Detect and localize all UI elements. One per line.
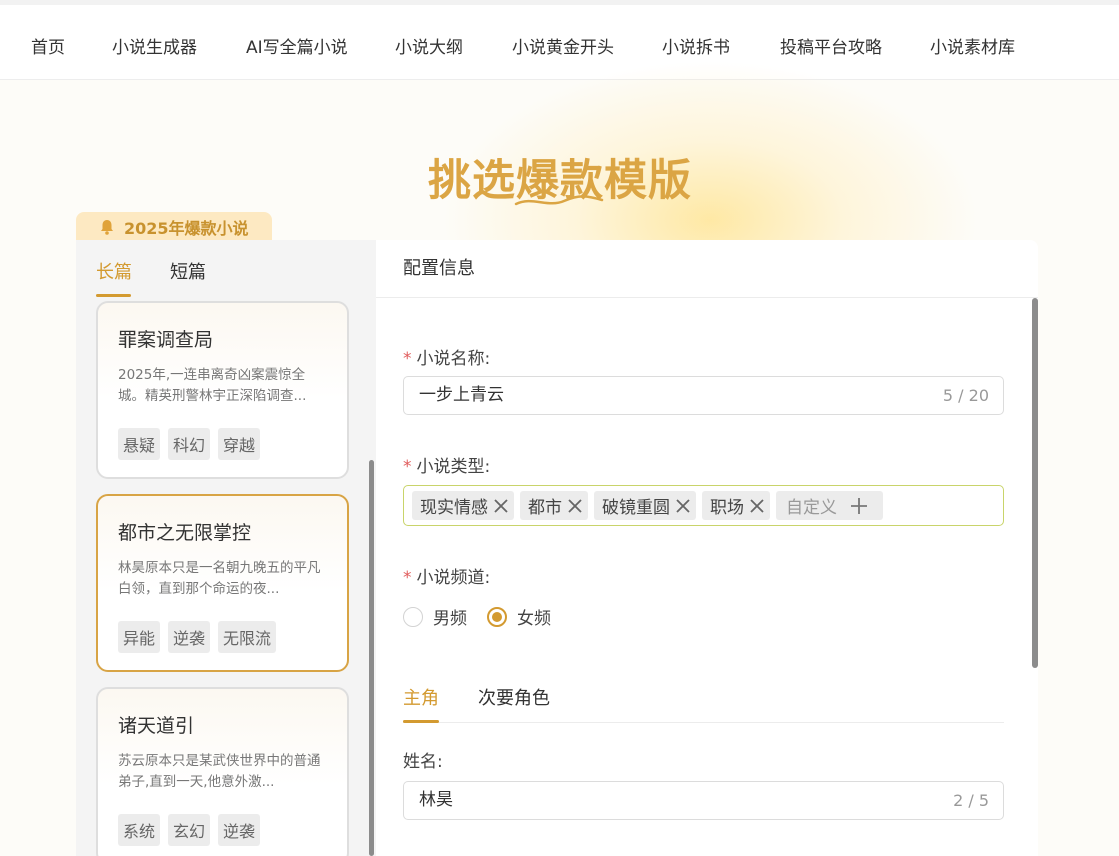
type-chip: 职场	[702, 491, 770, 520]
novel-type-label-text: 小说类型:	[416, 457, 491, 477]
card-tags: 异能 逆袭 无限流	[118, 621, 277, 653]
config-header: 配置信息	[376, 240, 1038, 298]
tab-protagonist[interactable]: 主角	[403, 684, 439, 710]
card-title: 都市之无限掌控	[118, 522, 252, 544]
add-custom-type-button[interactable]: 自定义	[776, 491, 883, 520]
badge-label: 2025年爆款小说	[124, 219, 249, 238]
card-description: 苏云原本只是某武侠世界中的普通弟子,直到一天,他意外激...	[118, 753, 321, 790]
radio-female-channel[interactable]: 女频	[487, 604, 551, 629]
type-chip: 现实情感	[412, 491, 514, 520]
novel-name-label-text: 小说名称:	[416, 349, 491, 369]
radio-label: 女频	[517, 609, 551, 629]
genre-tag: 无限流	[218, 621, 277, 653]
card-description: 林昊原本只是一名朝九晚五的平凡白领，直到那个命运的夜...	[118, 560, 321, 597]
close-icon[interactable]	[566, 497, 584, 515]
character-name-label: 姓名:	[403, 752, 443, 772]
char-counter: 5 / 20	[942, 386, 989, 405]
card-description: 2025年,一连串离奇凶案震惊全城。精英刑警林宇正深陷调查...	[118, 367, 307, 404]
card-tags: 系统 玄幻 逆袭	[118, 814, 261, 846]
close-icon[interactable]	[492, 497, 510, 515]
genre-tag: 穿越	[218, 428, 261, 460]
bell-icon	[101, 220, 113, 235]
config-panel: 配置信息 * 小说名称: 一步上青云 5 / 20 * 小说类型: 现实情感 都市 …	[376, 240, 1038, 856]
radio-circle-checked	[487, 606, 507, 627]
type-chip-label: 现实情感	[420, 498, 488, 518]
character-name-input[interactable]: 林昊 2 / 5	[403, 781, 1004, 820]
close-icon[interactable]	[674, 497, 692, 515]
type-chip: 都市	[520, 491, 588, 520]
card-title: 罪案调查局	[118, 329, 214, 351]
nav-item-ai-full-novel[interactable]: AI写全篇小说	[246, 33, 348, 58]
genre-tag: 逆袭	[168, 621, 211, 653]
genre-tag: 异能	[118, 621, 161, 653]
novel-name-input[interactable]: 一步上青云 5 / 20	[403, 376, 1004, 415]
title-underline-swash	[514, 195, 604, 206]
custom-type-placeholder: 自定义	[786, 498, 837, 518]
left-scrollbar[interactable]	[369, 460, 374, 856]
active-tab-indicator	[96, 294, 131, 297]
card-title: 诸天道引	[118, 715, 195, 737]
template-list-panel: 长篇 短篇 罪案调查局 2025年,一连串离奇凶案震惊全城。精英刑警林宇正深陷调…	[76, 240, 376, 856]
active-tab-indicator	[403, 720, 439, 723]
nav-item-book-breakdown[interactable]: 小说拆书	[662, 33, 730, 58]
plus-icon	[851, 497, 867, 514]
char-counter: 2 / 5	[953, 791, 989, 810]
radio-male-channel[interactable]: 男频	[403, 604, 467, 629]
tabs-divider	[403, 722, 1004, 723]
card-tags: 悬疑 科幻 穿越	[118, 428, 261, 460]
novel-type-label: * 小说类型:	[403, 452, 490, 477]
nav-item-material-library[interactable]: 小说素材库	[930, 33, 1015, 58]
novel-name-label: * 小说名称:	[403, 344, 490, 369]
novel-name-value: 一步上青云	[419, 385, 504, 405]
character-name-value: 林昊	[419, 790, 453, 810]
template-card[interactable]: 诸天道引 苏云原本只是某武侠世界中的普通弟子,直到一天,他意外激... 系统 玄…	[96, 687, 349, 856]
nav-item-outline[interactable]: 小说大纲	[395, 33, 463, 58]
genre-tag: 系统	[118, 814, 161, 846]
type-chip: 破镜重圆	[594, 491, 696, 520]
template-card[interactable]: 罪案调查局 2025年,一连串离奇凶案震惊全城。精英刑警林宇正深陷调查... 悬…	[96, 301, 349, 479]
required-mark: *	[403, 568, 412, 588]
radio-label: 男频	[433, 609, 467, 629]
genre-tag: 逆袭	[218, 814, 261, 846]
novel-channel-label: * 小说频道:	[403, 563, 490, 588]
tab-long-novel[interactable]: 长篇	[96, 258, 132, 284]
required-mark: *	[403, 349, 412, 369]
nav-item-home[interactable]: 首页	[31, 33, 65, 58]
nav-item-golden-opening[interactable]: 小说黄金开头	[512, 33, 614, 58]
genre-tag: 玄幻	[168, 814, 211, 846]
novel-type-tag-input[interactable]: 现实情感 都市 破镜重圆 职场 自定义	[403, 485, 1004, 526]
template-card-selected[interactable]: 都市之无限掌控 林昊原本只是一名朝九晚五的平凡白领，直到那个命运的夜... 异能…	[96, 494, 349, 672]
type-chip-label: 职场	[710, 498, 744, 518]
nav-item-submission-guide[interactable]: 投稿平台攻略	[780, 33, 882, 58]
required-mark: *	[403, 457, 412, 477]
channel-radio-group: 男频 女频	[403, 604, 571, 629]
hot-novels-badge: 2025年爆款小说	[76, 212, 272, 242]
close-icon[interactable]	[748, 497, 766, 515]
nav-item-novel-generator[interactable]: 小说生成器	[112, 33, 197, 58]
right-scrollbar[interactable]	[1032, 298, 1038, 668]
tab-secondary-character[interactable]: 次要角色	[478, 684, 550, 710]
top-nav: 首页 小说生成器 AI写全篇小说 小说大纲 小说黄金开头 小说拆书 投稿平台攻略…	[0, 5, 1119, 80]
novel-channel-label-text: 小说频道:	[416, 568, 491, 588]
type-chip-label: 破镜重圆	[602, 498, 670, 518]
tab-short-novel[interactable]: 短篇	[170, 258, 206, 284]
genre-tag: 悬疑	[118, 428, 161, 460]
type-chip-label: 都市	[528, 498, 562, 518]
genre-tag: 科幻	[168, 428, 211, 460]
radio-circle	[403, 606, 423, 627]
